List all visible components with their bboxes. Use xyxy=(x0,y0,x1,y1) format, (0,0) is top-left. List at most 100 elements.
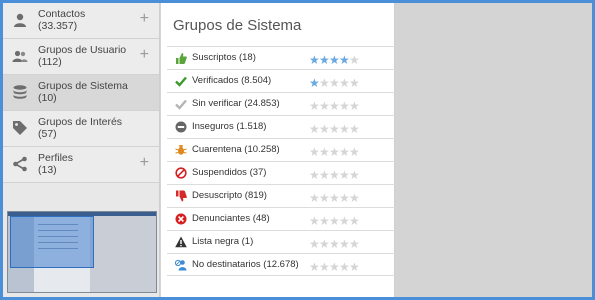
star-icon[interactable]: ★ xyxy=(329,169,340,181)
thumbs-up-icon xyxy=(176,53,187,64)
star-icon[interactable]: ★ xyxy=(339,215,350,227)
star-icon[interactable]: ★ xyxy=(339,54,350,66)
group-row[interactable]: Verificados (8.504) ★★★★★ xyxy=(167,69,395,92)
sidebar-item-grupos-interes[interactable]: Grupos de Interés (57) xyxy=(3,111,159,147)
star-icon[interactable]: ★ xyxy=(309,54,320,66)
x-circle-icon xyxy=(175,213,187,225)
star-icon[interactable]: ★ xyxy=(339,192,350,204)
group-row[interactable]: Cuarentena (10.258) ★★★★★ xyxy=(167,138,395,161)
star-icon[interactable]: ★ xyxy=(349,215,360,227)
group-list: Suscriptos (18) ★★★★★ Verificados (8.504) ★… xyxy=(167,46,395,276)
star-icon[interactable]: ★ xyxy=(329,215,340,227)
star-icon[interactable]: ★ xyxy=(329,146,340,158)
sidebar-item-grupos-usuario[interactable]: Grupos de Usuario (112) + xyxy=(3,39,159,75)
star-icon[interactable]: ★ xyxy=(339,238,350,250)
star-icon[interactable]: ★ xyxy=(309,77,320,89)
star-icon[interactable]: ★ xyxy=(349,192,360,204)
sidebar-item-perfiles[interactable]: Perfiles (13) + xyxy=(3,147,159,183)
star-icon[interactable]: ★ xyxy=(319,169,330,181)
star-icon[interactable]: ★ xyxy=(349,146,360,158)
rating-stars[interactable]: ★★★★★ xyxy=(309,74,360,92)
star-icon[interactable]: ★ xyxy=(349,238,360,250)
rating-stars[interactable]: ★★★★★ xyxy=(309,235,360,253)
rating-stars[interactable]: ★★★★★ xyxy=(309,143,360,161)
star-icon[interactable]: ★ xyxy=(319,192,330,204)
panel-title: Grupos de Sistema xyxy=(173,17,302,34)
minimap-pane xyxy=(90,216,156,292)
rating-stars[interactable]: ★★★★★ xyxy=(309,189,360,207)
group-row-label: Suspendidos (37) xyxy=(192,167,267,178)
star-icon[interactable]: ★ xyxy=(349,169,360,181)
rating-stars[interactable]: ★★★★★ xyxy=(309,97,360,115)
tag-icon xyxy=(13,121,27,135)
star-icon[interactable]: ★ xyxy=(349,54,360,66)
system-groups-panel: Grupos de Sistema Suscriptos (18) ★★★★★ Ve… xyxy=(161,3,395,297)
star-icon[interactable]: ★ xyxy=(319,123,330,135)
sidebar-item-label: Contactos xyxy=(38,8,86,20)
group-row[interactable]: Suscriptos (18) ★★★★★ xyxy=(167,46,395,69)
person-icon xyxy=(14,13,26,27)
group-row[interactable]: Suspendidos (37) ★★★★★ xyxy=(167,161,395,184)
star-icon[interactable]: ★ xyxy=(319,261,330,273)
rating-stars[interactable]: ★★★★★ xyxy=(309,258,360,276)
star-icon[interactable]: ★ xyxy=(349,123,360,135)
star-icon[interactable]: ★ xyxy=(349,261,360,273)
app-window: Contactos (33.357) + Grupos de Usuario (… xyxy=(3,3,592,297)
star-icon[interactable]: ★ xyxy=(349,100,360,112)
minimap-viewport[interactable] xyxy=(10,216,94,268)
rating-stars[interactable]: ★★★★★ xyxy=(309,166,360,184)
star-icon[interactable]: ★ xyxy=(319,238,330,250)
star-icon[interactable]: ★ xyxy=(309,238,320,250)
star-icon[interactable]: ★ xyxy=(319,146,330,158)
group-row[interactable]: Denunciantes (48) ★★★★★ xyxy=(167,207,395,230)
star-icon[interactable]: ★ xyxy=(329,77,340,89)
star-icon[interactable]: ★ xyxy=(329,123,340,135)
add-button[interactable]: + xyxy=(140,47,149,63)
group-row[interactable]: No destinatarios (12.678) ★★★★★ xyxy=(167,253,395,276)
star-icon[interactable]: ★ xyxy=(349,77,360,89)
minimap-thumbnail[interactable] xyxy=(7,211,157,293)
add-button[interactable]: + xyxy=(140,11,149,27)
star-icon[interactable]: ★ xyxy=(339,146,350,158)
rating-stars[interactable]: ★★★★★ xyxy=(309,120,360,138)
users-icon xyxy=(12,50,28,62)
star-icon[interactable]: ★ xyxy=(339,77,350,89)
rating-stars[interactable]: ★★★★★ xyxy=(309,51,360,69)
group-row[interactable]: Desuscripto (819) ★★★★★ xyxy=(167,184,395,207)
star-icon[interactable]: ★ xyxy=(309,192,320,204)
star-icon[interactable]: ★ xyxy=(329,100,340,112)
star-icon[interactable]: ★ xyxy=(339,261,350,273)
star-icon[interactable]: ★ xyxy=(309,123,320,135)
forbidden-icon xyxy=(175,167,187,179)
group-row[interactable]: Sin verificar (24.853) ★★★★★ xyxy=(167,92,395,115)
star-icon[interactable]: ★ xyxy=(339,169,350,181)
star-icon[interactable]: ★ xyxy=(329,192,340,204)
sidebar-item-label: Grupos de Usuario xyxy=(38,44,127,56)
minus-circle-icon xyxy=(175,121,187,133)
star-icon[interactable]: ★ xyxy=(329,261,340,273)
group-row[interactable]: Lista negra (1) ★★★★★ xyxy=(167,230,395,253)
sidebar: Contactos (33.357) + Grupos de Usuario (… xyxy=(3,3,160,297)
group-row-label: Desuscripto (819) xyxy=(192,190,267,201)
star-icon[interactable]: ★ xyxy=(309,146,320,158)
star-icon[interactable]: ★ xyxy=(319,215,330,227)
rating-stars[interactable]: ★★★★★ xyxy=(309,212,360,230)
star-icon[interactable]: ★ xyxy=(329,54,340,66)
sidebar-item-count: (112) xyxy=(38,56,62,68)
star-icon[interactable]: ★ xyxy=(309,215,320,227)
star-icon[interactable]: ★ xyxy=(309,169,320,181)
star-icon[interactable]: ★ xyxy=(339,123,350,135)
star-icon[interactable]: ★ xyxy=(319,77,330,89)
sidebar-item-count: (33.357) xyxy=(38,20,78,32)
star-icon[interactable]: ★ xyxy=(319,54,330,66)
add-button[interactable]: + xyxy=(140,155,149,171)
sidebar-item-contactos[interactable]: Contactos (33.357) + xyxy=(3,3,159,39)
star-icon[interactable]: ★ xyxy=(309,261,320,273)
sidebar-item-count: (13) xyxy=(38,164,57,176)
star-icon[interactable]: ★ xyxy=(319,100,330,112)
group-row[interactable]: Inseguros (1.518) ★★★★★ xyxy=(167,115,395,138)
star-icon[interactable]: ★ xyxy=(329,238,340,250)
star-icon[interactable]: ★ xyxy=(339,100,350,112)
star-icon[interactable]: ★ xyxy=(309,100,320,112)
sidebar-item-grupos-sistema[interactable]: Grupos de Sistema (10) xyxy=(3,75,159,111)
